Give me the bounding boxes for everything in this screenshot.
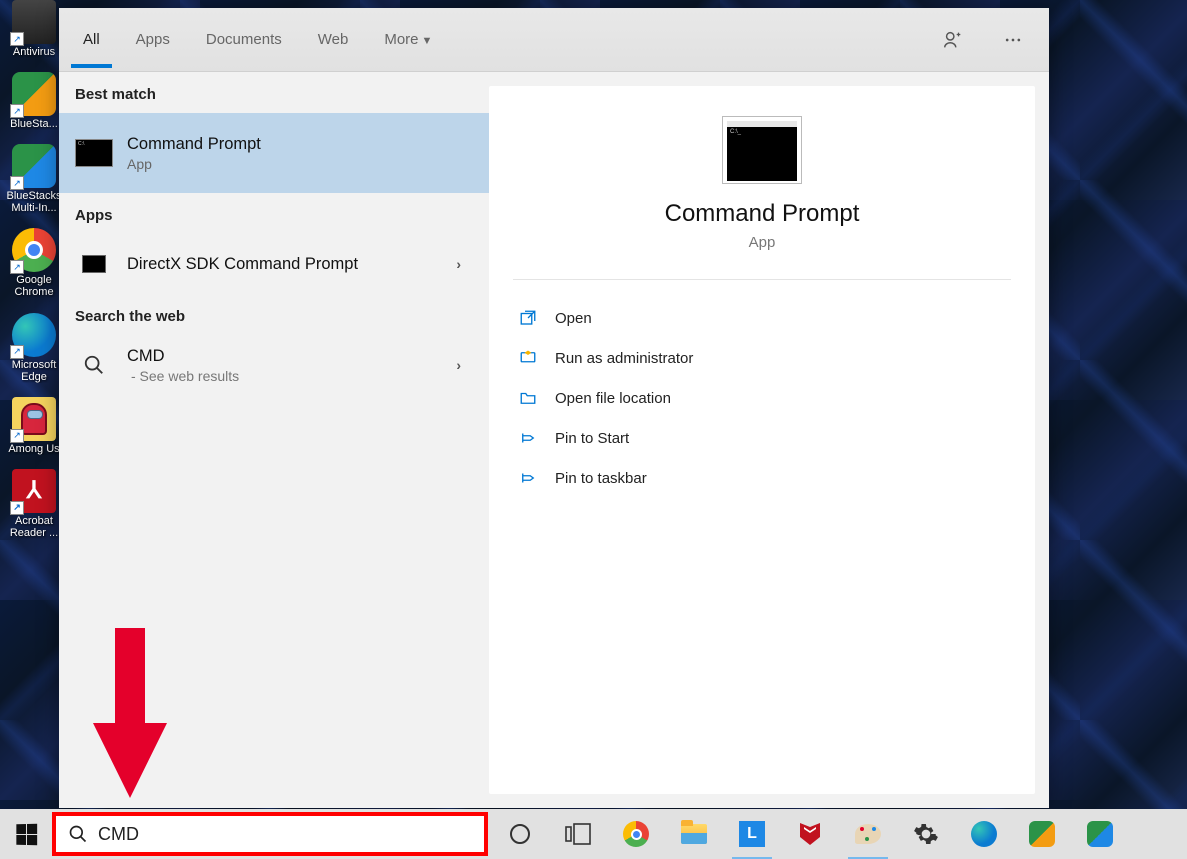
tab-apps[interactable]: Apps <box>130 11 176 68</box>
chevron-right-icon: › <box>456 256 473 272</box>
edge-taskbar-icon[interactable] <box>970 820 998 848</box>
result-web-cmd[interactable]: CMD - See web results › <box>59 335 489 395</box>
tab-more[interactable]: More▼ <box>378 11 438 68</box>
section-header-search-web: Search the web <box>59 294 489 335</box>
desktop-icons-column: ↗ Antivirus ↗ BlueSta... ↗ BlueStacks Mu… <box>4 0 64 539</box>
section-header-best-match: Best match <box>59 72 489 113</box>
search-icon <box>75 350 113 380</box>
folder-icon <box>517 389 539 407</box>
windows-logo-icon <box>16 823 37 845</box>
desktop-icon-edge[interactable]: ↗ Microsoft Edge <box>4 313 64 383</box>
detail-title: Command Prompt <box>665 200 860 228</box>
search-filter-tabs: All Apps Documents Web More▼ <box>59 8 1049 72</box>
task-view-icon[interactable] <box>564 820 592 848</box>
open-icon <box>517 309 539 327</box>
desktop-icon-acrobat[interactable]: ⅄↗ Acrobat Reader ... <box>4 469 64 539</box>
desktop-icon-antivirus[interactable]: ↗ Antivirus <box>4 0 64 58</box>
detail-app-icon <box>722 116 802 184</box>
result-directx-sdk-cmd[interactable]: DirectX SDK Command Prompt › <box>59 234 489 294</box>
desktop-icon-amongus[interactable]: ↗ Among Us <box>4 397 64 455</box>
settings-icon[interactable] <box>912 820 940 848</box>
action-run-as-admin[interactable]: Run as administrator <box>513 338 1011 378</box>
bluestacks-taskbar-icon[interactable] <box>1028 820 1056 848</box>
taskbar-pinned-apps: L <box>506 809 1114 859</box>
result-detail-pane: Command Prompt App Open Run as administr… <box>489 86 1035 794</box>
feedback-icon[interactable] <box>935 22 971 58</box>
cmd-icon <box>75 138 113 168</box>
tab-all[interactable]: All <box>77 11 106 68</box>
action-pin-to-taskbar[interactable]: Pin to taskbar <box>513 458 1011 498</box>
action-pin-to-start[interactable]: Pin to Start <box>513 418 1011 458</box>
search-input[interactable] <box>98 824 472 845</box>
paint-icon[interactable] <box>854 820 882 848</box>
desktop-icon-bluestacks-multi[interactable]: ↗ BlueStacks Multi-In... <box>4 144 64 214</box>
desktop-icon-chrome[interactable]: ↗ Google Chrome <box>4 228 64 298</box>
tab-documents[interactable]: Documents <box>200 11 288 68</box>
app-l-icon[interactable]: L <box>738 820 766 848</box>
cortana-icon[interactable] <box>506 820 534 848</box>
chrome-taskbar-icon[interactable] <box>622 820 650 848</box>
chevron-right-icon: › <box>456 357 473 373</box>
bluestacks2-taskbar-icon[interactable] <box>1086 820 1114 848</box>
taskbar: L <box>0 809 1187 859</box>
file-explorer-icon[interactable] <box>680 820 708 848</box>
annotation-arrow-icon <box>90 628 170 803</box>
shield-icon <box>517 349 539 367</box>
pin-icon <box>517 429 539 447</box>
more-options-icon[interactable] <box>995 22 1031 58</box>
chevron-down-icon: ▼ <box>422 35 433 47</box>
mcafee-icon[interactable] <box>796 820 824 848</box>
action-open[interactable]: Open <box>513 298 1011 338</box>
start-button[interactable] <box>0 809 52 859</box>
tab-web[interactable]: Web <box>312 11 355 68</box>
section-header-apps: Apps <box>59 193 489 234</box>
detail-subtitle: App <box>749 234 776 251</box>
action-open-file-location[interactable]: Open file location <box>513 378 1011 418</box>
start-search-panel: All Apps Documents Web More▼ Best match … <box>59 8 1049 808</box>
search-icon <box>68 824 88 844</box>
pin-icon <box>517 469 539 487</box>
cmd-icon <box>75 249 113 279</box>
result-command-prompt[interactable]: Command Prompt App <box>59 113 489 193</box>
taskbar-search-box[interactable] <box>52 812 488 856</box>
desktop-icon-bluestacks[interactable]: ↗ BlueSta... <box>4 72 64 130</box>
